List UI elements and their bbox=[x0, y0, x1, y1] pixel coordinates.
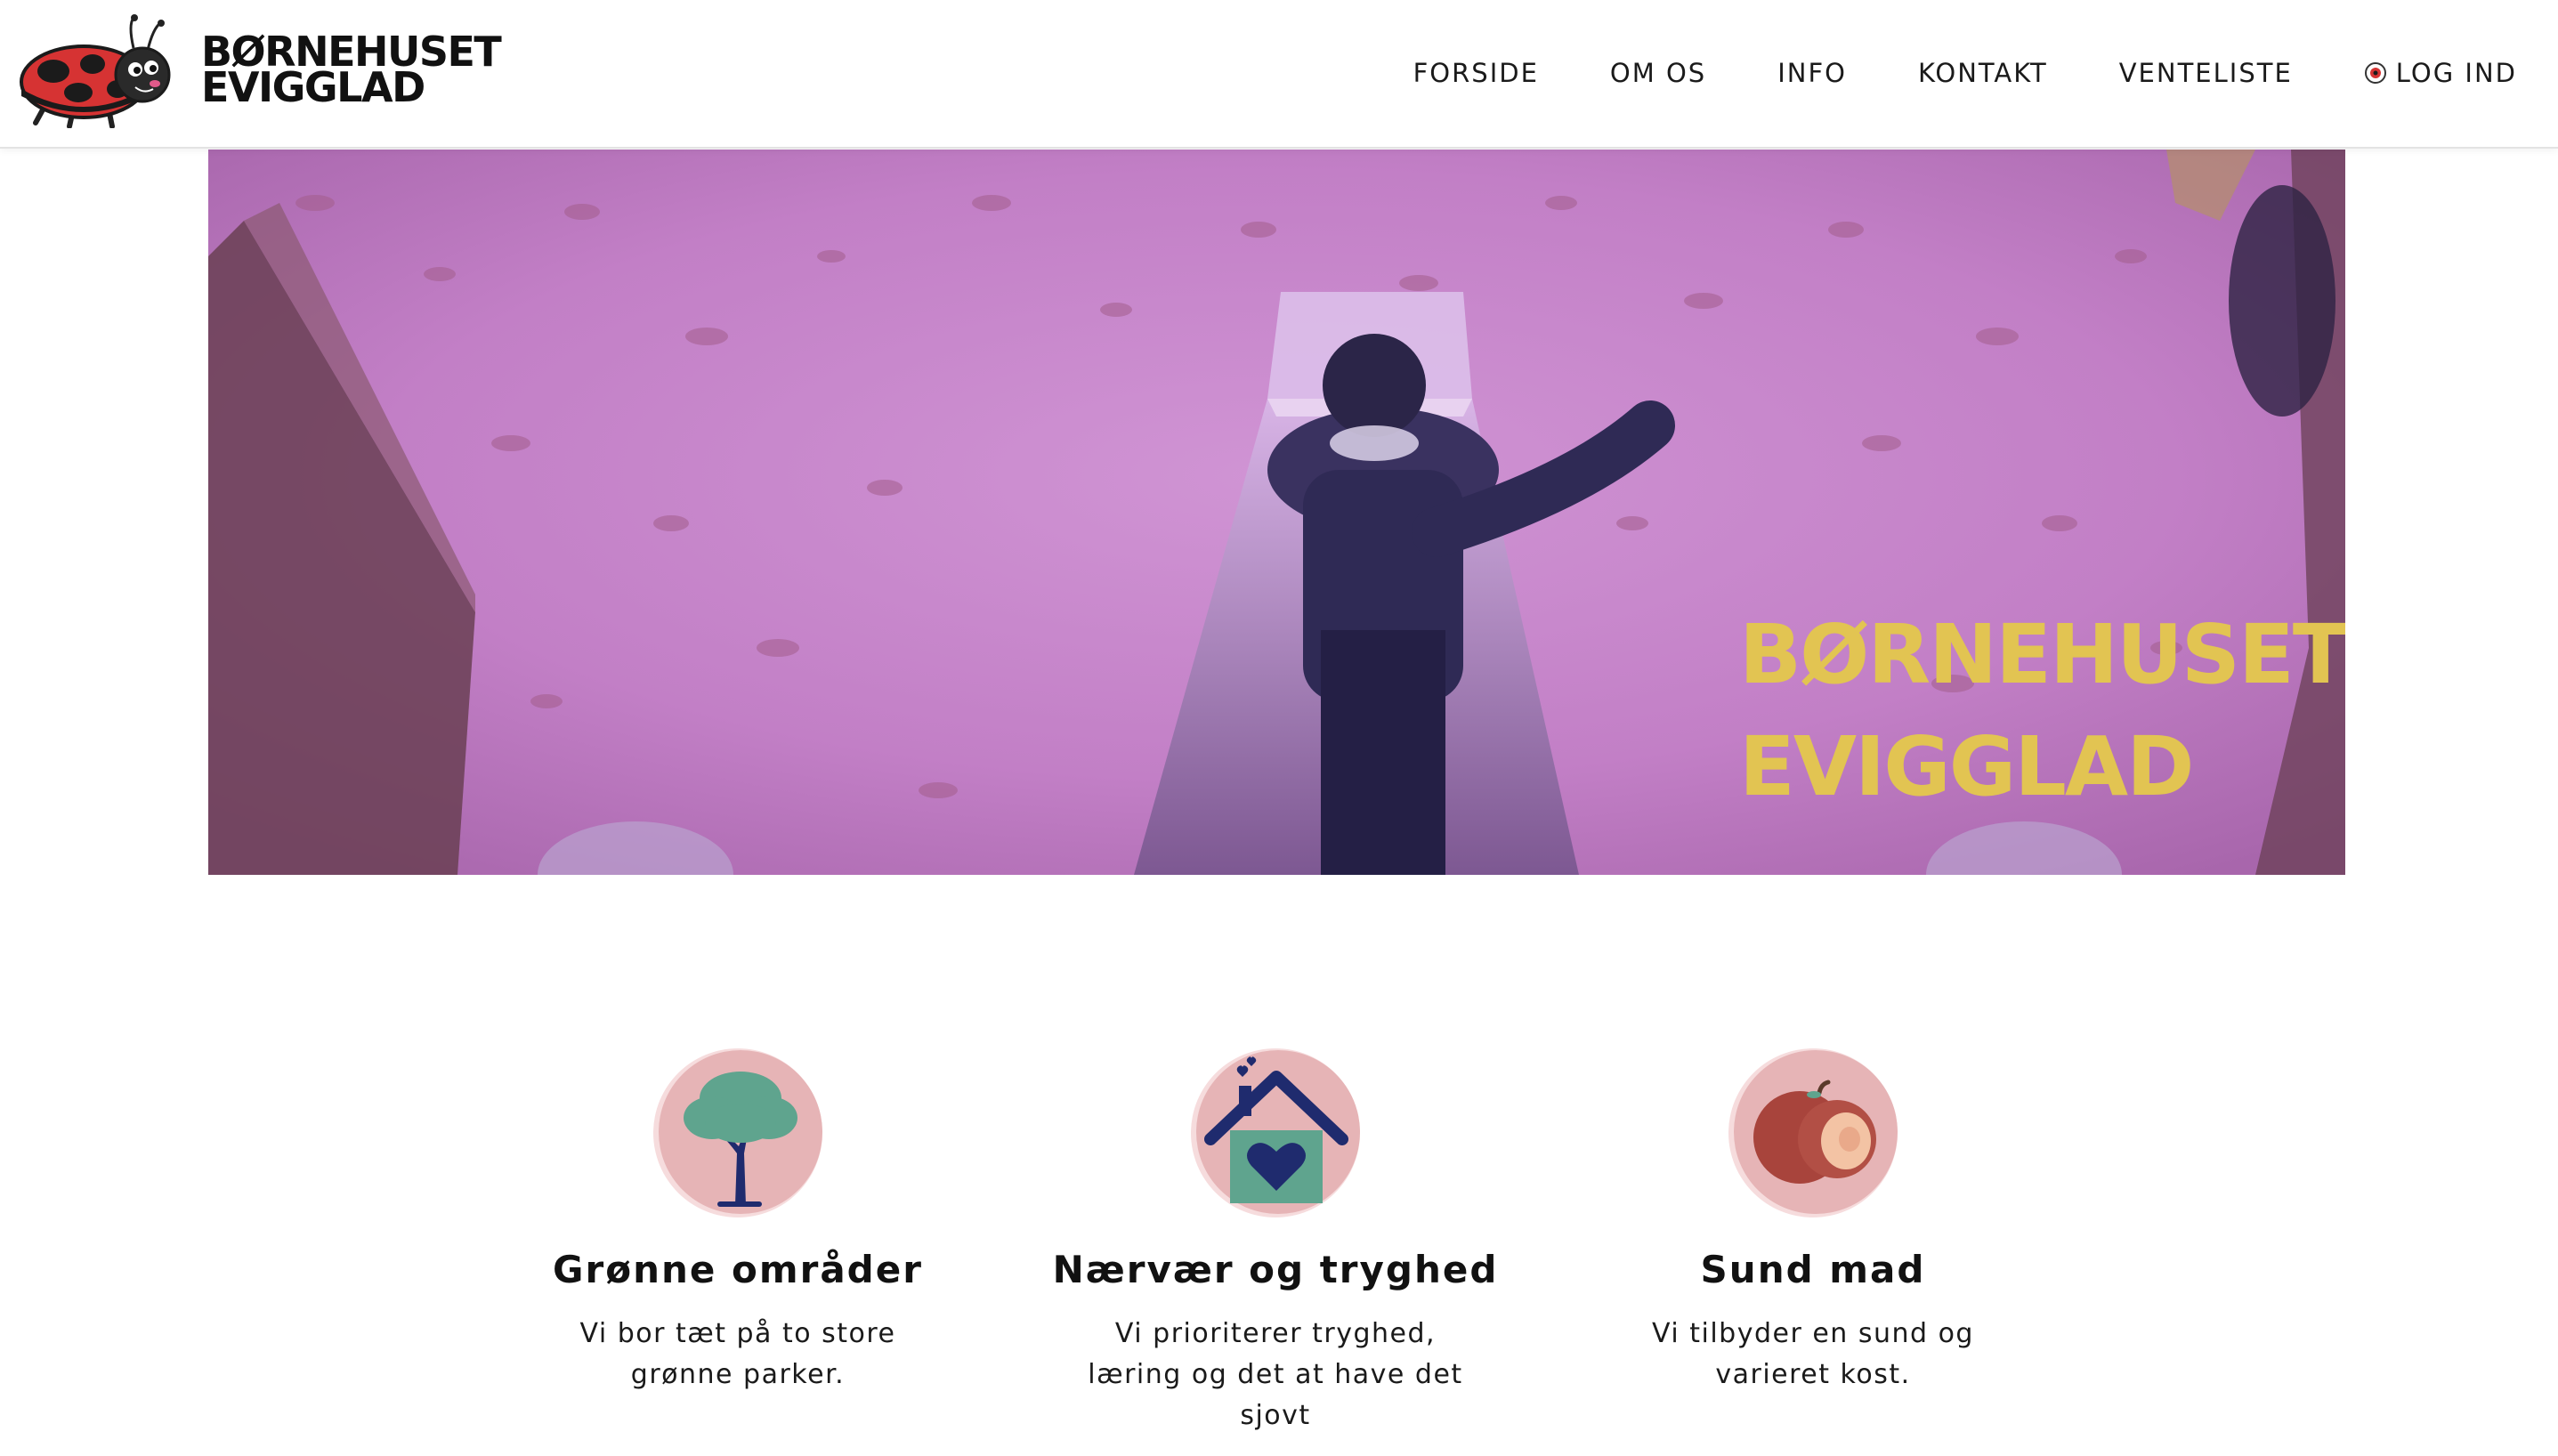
nav-item-venteliste[interactable]: VENTELISTE bbox=[2119, 58, 2293, 88]
feature-title: Sund mad bbox=[1700, 1248, 1926, 1291]
nav-item-kontakt[interactable]: KONTAKT bbox=[1918, 58, 2048, 88]
ladybug-dot-icon bbox=[2364, 62, 2386, 84]
feature-text: Vi prioriterer tryghed, læring og det at… bbox=[1088, 1318, 1463, 1431]
tree-icon bbox=[653, 1048, 822, 1217]
site-header: BØRNEHUSET EVIGGLAD FORSIDE OM OS INFO K… bbox=[0, 0, 2558, 149]
hero-title-line-1: BØRNEHUSET bbox=[1739, 607, 2345, 702]
nav-item-info[interactable]: INFO bbox=[1777, 58, 1847, 88]
heart-house-icon bbox=[1191, 1048, 1360, 1217]
log-ind-label: LOG IND bbox=[2395, 58, 2517, 88]
main-nav: FORSIDE OM OS INFO KONTAKT VENTELISTE LO… bbox=[1413, 0, 2517, 146]
nav-item-forside[interactable]: FORSIDE bbox=[1413, 58, 1539, 88]
feature-text: Vi bor tæt på to store grønne parker. bbox=[579, 1318, 896, 1390]
feature-title: Grønne områder bbox=[553, 1248, 923, 1291]
ladybug-icon bbox=[20, 14, 171, 128]
feature-naervaer-og-tryghed: Nærvær og tryghed Vi prioriterer tryghed… bbox=[1035, 1047, 1516, 1436]
feature-sund-mad: Sund mad Vi tilbyder en sund og varieret… bbox=[1573, 1047, 2053, 1395]
logo-wordmark: BØRNEHUSET EVIGGLAD bbox=[201, 31, 502, 108]
hero-title-line-2: EVIGGLAD bbox=[1739, 719, 2194, 814]
feature-text: Vi tilbyder en sund og varieret kost. bbox=[1652, 1318, 1974, 1390]
feature-title: Nærvær og tryghed bbox=[1052, 1248, 1499, 1291]
nav-item-om-os[interactable]: OM OS bbox=[1610, 58, 1706, 88]
hero-title: BØRNEHUSET EVIGGLAD bbox=[1739, 599, 2345, 823]
site-logo[interactable]: BØRNEHUSET EVIGGLAD bbox=[20, 12, 502, 128]
hero-banner: BØRNEHUSET EVIGGLAD bbox=[208, 150, 2345, 875]
feature-gronne-omrader: Grønne områder Vi bor tæt på to store gr… bbox=[498, 1047, 978, 1395]
apple-icon bbox=[1728, 1048, 1898, 1217]
nav-item-log-ind[interactable]: LOG IND bbox=[2364, 58, 2517, 88]
